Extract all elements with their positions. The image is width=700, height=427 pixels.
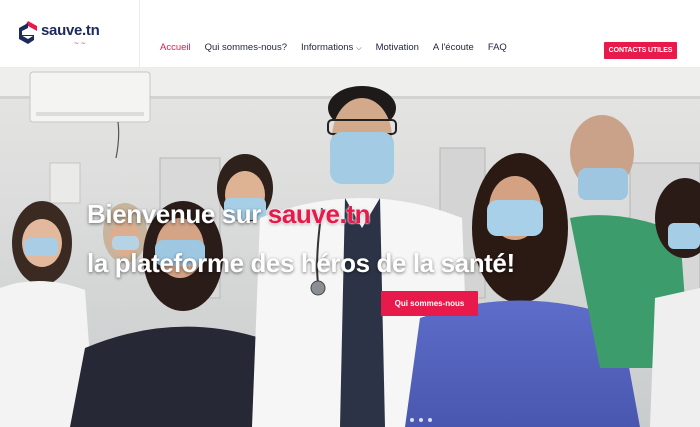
nav-item-a-lecoute[interactable]: A l'écoute bbox=[433, 42, 474, 53]
site-header: sauve.tn ~ ~ Accueil Qui sommes-nous? In… bbox=[0, 0, 700, 68]
slider-dot[interactable] bbox=[428, 418, 432, 422]
hero-heading-brand: sauve.tn bbox=[267, 199, 371, 229]
slider-dot[interactable] bbox=[410, 418, 414, 422]
nav-item-informations[interactable]: Informations ⌵ bbox=[301, 42, 362, 53]
contacts-utiles-button[interactable]: CONTACTS UTILES bbox=[604, 42, 677, 59]
hero-heading-line1: Bienvenue sur sauve.tn bbox=[87, 199, 370, 230]
nav-item-qui-sommes-nous[interactable]: Qui sommes-nous? bbox=[205, 42, 287, 53]
logo-tagline: ~ ~ bbox=[74, 40, 86, 47]
hero-heading-line2: la plateforme des héros de la santé! bbox=[87, 248, 515, 278]
logo-link[interactable]: sauve.tn ~ ~ bbox=[0, 0, 140, 68]
chevron-down-icon: ⌵ bbox=[356, 45, 362, 52]
logo-icon bbox=[19, 21, 37, 44]
nav-item-informations-label: Informations bbox=[301, 42, 354, 53]
nav-item-accueil[interactable]: Accueil bbox=[160, 42, 191, 53]
logo-text: sauve.tn bbox=[41, 22, 100, 39]
hero-banner: Bienvenue sur sauve.tn la plateforme des… bbox=[0, 68, 700, 427]
nav-item-motivation[interactable]: Motivation bbox=[376, 42, 419, 53]
main-nav: Accueil Qui sommes-nous? Informations ⌵ M… bbox=[160, 42, 521, 53]
slider-dots bbox=[410, 418, 432, 422]
qui-sommes-nous-button[interactable]: Qui sommes-nous bbox=[381, 291, 478, 316]
nav-item-faq[interactable]: FAQ bbox=[488, 42, 507, 53]
slider-dot[interactable] bbox=[419, 418, 423, 422]
hero-heading-prefix: Bienvenue sur bbox=[87, 199, 268, 229]
